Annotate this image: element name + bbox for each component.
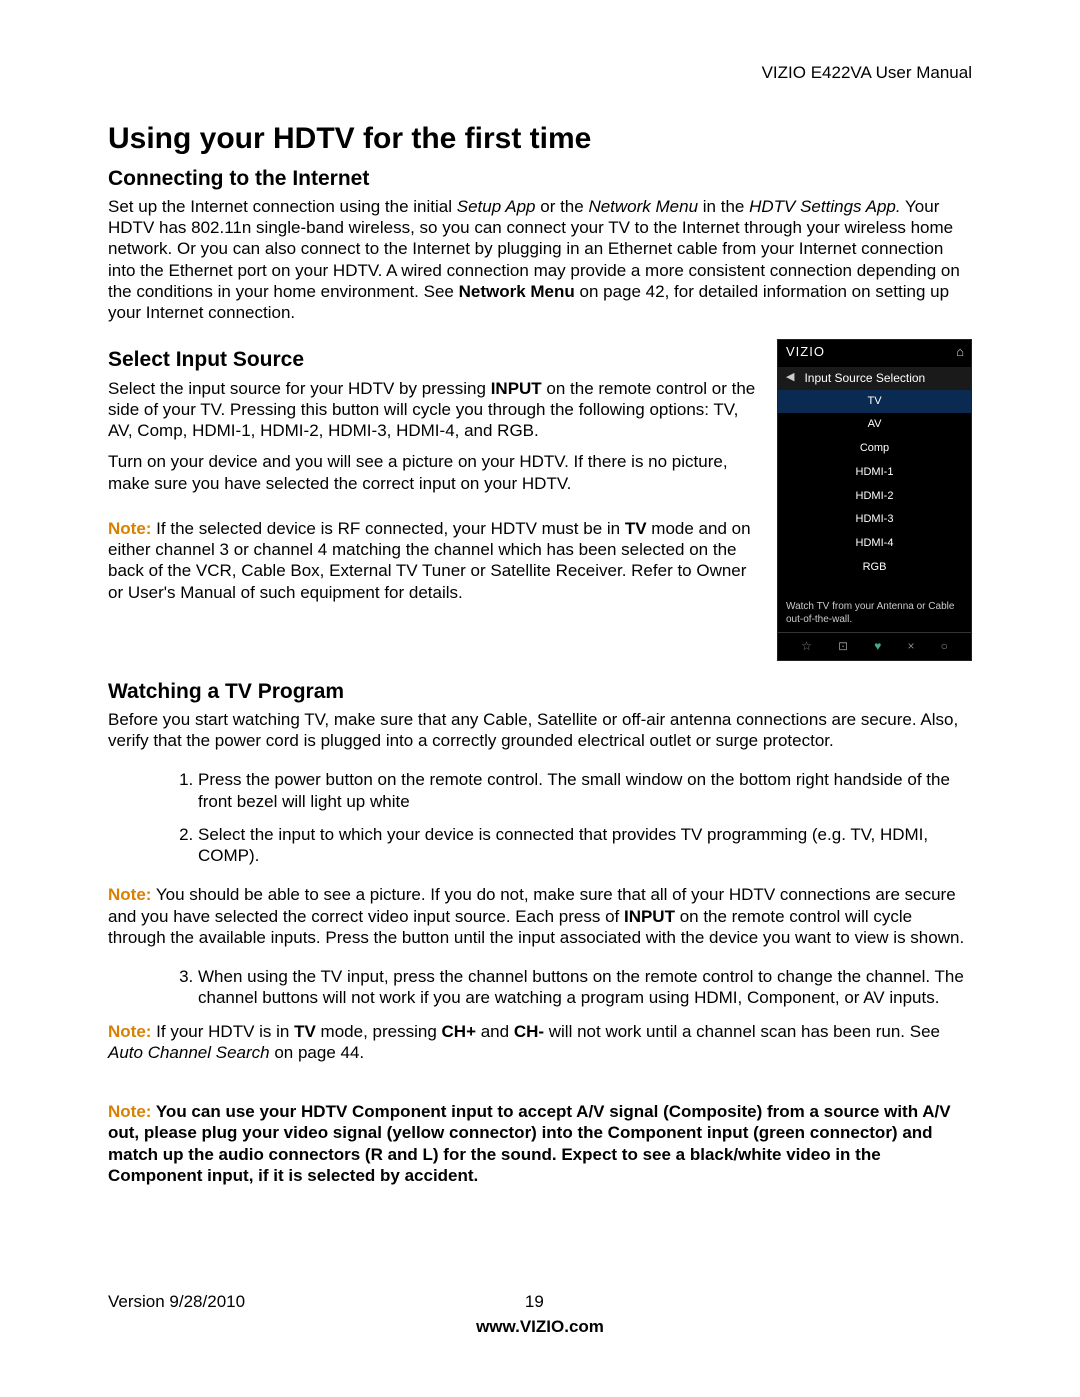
bold-text: TV: [625, 519, 647, 538]
osd-item-hdmi1[interactable]: HDMI-1: [778, 461, 971, 485]
page-footer: Version 9/28/2010 19 www.VIZIO.com: [108, 1291, 972, 1338]
text-fragment: on page 44.: [270, 1043, 365, 1062]
text-fragment: will not work until a channel scan has b…: [544, 1022, 940, 1041]
section-internet-body: Set up the Internet connection using the…: [108, 196, 972, 324]
list-item: When using the TV input, press the chann…: [198, 966, 972, 1009]
circle-icon[interactable]: ○: [941, 639, 948, 654]
watch-steps-list-1: Press the power button on the remote con…: [108, 769, 972, 866]
osd-title-bar: ◀ Input Source Selection: [778, 367, 971, 390]
close-icon[interactable]: ×: [908, 639, 915, 654]
bold-text: INPUT: [491, 379, 542, 398]
osd-item-hdmi2[interactable]: HDMI-2: [778, 485, 971, 509]
osd-title: Input Source Selection: [804, 371, 925, 386]
bold-text: Network Menu: [459, 282, 575, 301]
note-label: Note:: [108, 519, 151, 538]
text-fragment: Select the input source for your HDTV by…: [108, 379, 491, 398]
watch-note-4: Note: You can use your HDTV Component in…: [108, 1101, 972, 1186]
osd-item-av[interactable]: AV: [778, 413, 971, 437]
bold-text: You can use your HDTV Component input to…: [108, 1102, 951, 1185]
text-fragment: mode, pressing: [316, 1022, 442, 1041]
text-fragment: Set up the Internet connection using the…: [108, 197, 457, 216]
list-item: Press the power button on the remote con…: [198, 769, 972, 812]
footer-version: Version 9/28/2010: [108, 1291, 245, 1312]
heart-icon[interactable]: ♥: [874, 639, 881, 654]
osd-item-comp[interactable]: Comp: [778, 437, 971, 461]
emphasis: Network Menu: [588, 197, 698, 216]
emphasis: HDTV Settings App.: [749, 197, 901, 216]
note-label: Note:: [108, 1022, 151, 1041]
bold-text: TV: [294, 1022, 316, 1041]
osd-input-list: TV AV Comp HDMI-1 HDMI-2 HDMI-3 HDMI-4 R…: [778, 390, 971, 580]
section-input-note: Note: If the selected device is RF conne…: [108, 518, 759, 603]
osd-panel: VIZIO ⌂ ◀ Input Source Selection TV AV C…: [777, 339, 972, 660]
note-label: Note:: [108, 1102, 156, 1121]
text-fragment: If the selected device is RF connected, …: [151, 519, 624, 538]
emphasis: Auto Channel Search: [108, 1043, 270, 1062]
star-icon[interactable]: ☆: [801, 639, 812, 654]
bold-text: CH-: [514, 1022, 544, 1041]
osd-item-hdmi3[interactable]: HDMI-3: [778, 508, 971, 532]
section-watch-p1: Before you start watching TV, make sure …: [108, 709, 972, 752]
page-title: Using your HDTV for the first time: [108, 120, 972, 158]
text-fragment: If your HDTV is in: [151, 1022, 294, 1041]
footer-page-number: 19: [525, 1291, 544, 1312]
watch-steps-list-2: When using the TV input, press the chann…: [108, 966, 972, 1009]
osd-item-rgb[interactable]: RGB: [778, 556, 971, 580]
section-internet-title: Connecting to the Internet: [108, 166, 972, 192]
osd-item-hdmi4[interactable]: HDMI-4: [778, 532, 971, 556]
section-input-p1: Select the input source for your HDTV by…: [108, 378, 759, 442]
note-label: Note:: [108, 885, 151, 904]
section-input-p2: Turn on your device and you will see a p…: [108, 451, 759, 494]
osd-item-tv[interactable]: TV: [778, 390, 971, 414]
text-fragment: or the: [536, 197, 589, 216]
section-watch-title: Watching a TV Program: [108, 679, 972, 705]
list-item: Select the input to which your device is…: [198, 824, 972, 867]
text-fragment: in the: [698, 197, 749, 216]
header-product: VIZIO E422VA User Manual: [762, 62, 972, 83]
section-input-title: Select Input Source: [108, 347, 759, 373]
osd-hint: Watch TV from your Antenna or Cable out-…: [778, 580, 971, 632]
watch-note-2: Note: You should be able to see a pictur…: [108, 884, 972, 948]
emphasis: Setup App: [457, 197, 536, 216]
watch-note-3: Note: If your HDTV is in TV mode, pressi…: [108, 1021, 972, 1064]
footer-url: www.VIZIO.com: [108, 1316, 972, 1337]
bold-text: INPUT: [624, 907, 675, 926]
bold-text: CH+: [442, 1022, 476, 1041]
osd-header: VIZIO ⌂: [778, 340, 971, 366]
widget-icon[interactable]: ⊡: [838, 639, 848, 654]
osd-brand: VIZIO: [786, 344, 825, 360]
text-fragment: and: [476, 1022, 514, 1041]
osd-footer-icons: ☆ ⊡ ♥ × ○: [778, 632, 971, 660]
home-icon[interactable]: ⌂: [956, 344, 965, 360]
back-arrow-icon[interactable]: ◀: [786, 371, 794, 385]
